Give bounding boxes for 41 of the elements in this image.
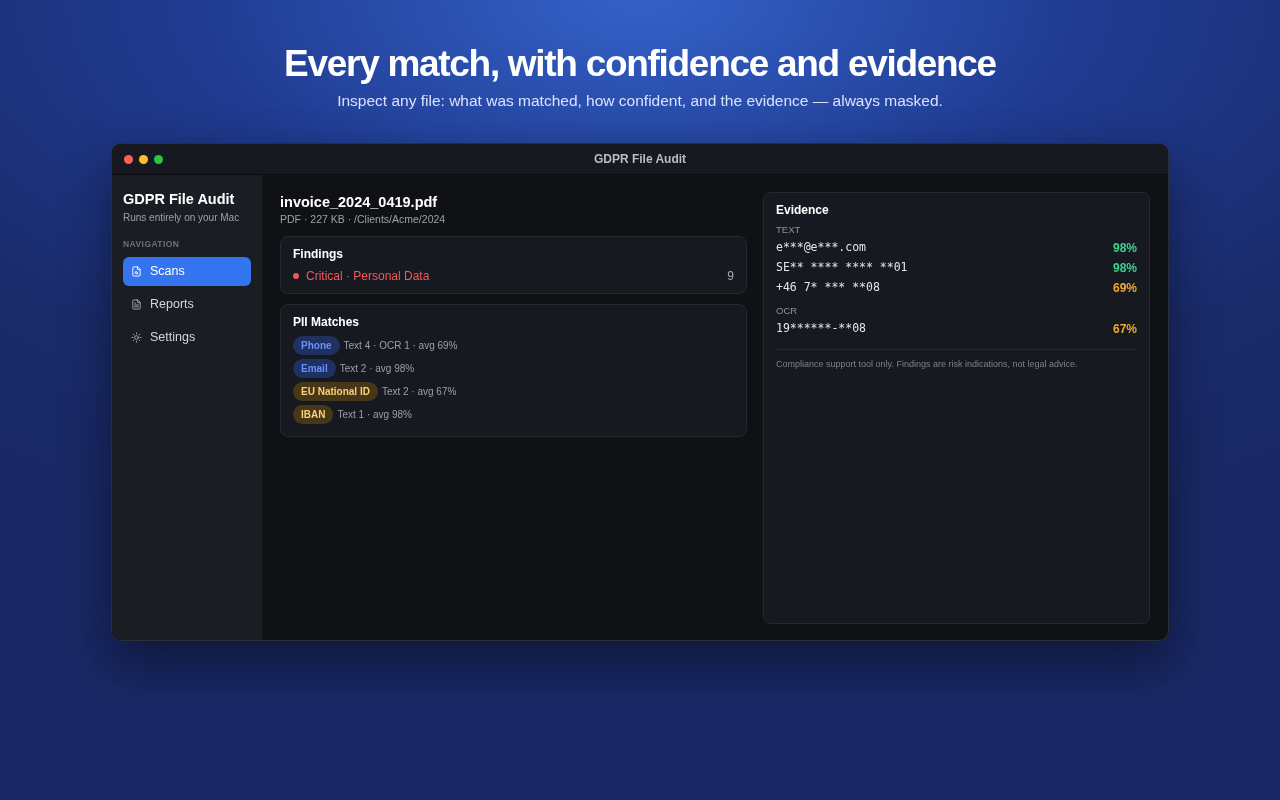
sun-icon <box>131 332 142 343</box>
pii-tag: Email <box>293 359 336 378</box>
minimize-icon[interactable] <box>139 155 148 164</box>
document-icon <box>131 299 142 310</box>
subheadline: Inspect any file: what was matched, how confident, and the evidence — always masked. <box>337 91 943 111</box>
zoom-icon[interactable] <box>154 155 163 164</box>
group-label: OCR <box>776 305 799 317</box>
confidence-value: 98% <box>1112 260 1137 277</box>
confidence-value: 69% <box>1112 280 1137 297</box>
masked-value: +46 7* *** **08 <box>776 279 880 297</box>
close-icon[interactable] <box>124 155 133 164</box>
match-detail: Text 1 · avg 98% <box>337 407 412 422</box>
finding-count: 9 <box>727 268 734 284</box>
masked-value: SE** **** **** **01 <box>776 259 908 277</box>
nav-item[interactable]: Settings <box>123 323 251 352</box>
file-meta: PDF · 227 KB · /Clients/Acme/2024 <box>280 212 447 226</box>
window-title: GDPR File Audit <box>593 151 687 168</box>
nav-item[interactable]: Reports <box>123 290 251 319</box>
masked-value: 19******-**08 <box>776 320 866 338</box>
nav-item[interactable]: Scans <box>123 257 251 286</box>
headline: Every match, with confidence and evidence <box>284 42 996 86</box>
group-label: TEXT <box>776 224 802 236</box>
file-search-icon <box>131 266 142 277</box>
confidence-value: 98% <box>1112 240 1137 257</box>
confidence-value: 67% <box>1112 321 1137 338</box>
card-title: PII Matches <box>293 315 361 330</box>
finding-label: Critical · Personal Data <box>306 268 430 284</box>
app-subtitle: Runs entirely on your Mac <box>123 211 241 224</box>
app-title: GDPR File Audit <box>123 190 236 208</box>
pii-tag: EU National ID <box>293 382 378 401</box>
card-title: Findings <box>293 247 344 262</box>
pii-tag: IBAN <box>293 405 334 424</box>
section-label: NAVIGATION <box>123 238 181 250</box>
match-detail: Text 2 · avg 98% <box>339 361 415 376</box>
masked-value: e***@e***.com <box>776 239 866 257</box>
pii-tag: Phone <box>293 336 340 355</box>
file-name: invoice_2024_0419.pdf <box>280 193 439 211</box>
panel-title: Evidence <box>776 203 830 218</box>
match-detail: Text 4 · OCR 1 · avg 69% <box>343 338 458 353</box>
match-detail: Text 2 · avg 67% <box>381 384 457 399</box>
disclaimer-note: Compliance support tool only. Findings are risk indications, not legal advice. <box>776 358 1079 370</box>
